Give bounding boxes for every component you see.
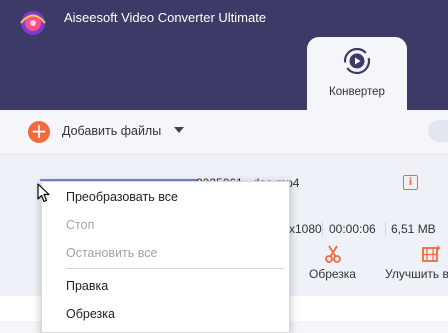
convert-icon: [343, 47, 371, 75]
menu-item-stop: Стоп: [66, 218, 95, 232]
scissors-icon[interactable]: [323, 244, 343, 264]
file-resolution: x1080: [289, 222, 322, 236]
app-logo-icon: [20, 11, 46, 35]
file-size: 6,51 MB: [391, 222, 436, 236]
enhance-label[interactable]: Улучшить в: [385, 267, 448, 281]
add-files-label[interactable]: Добавить файлы: [62, 124, 161, 138]
merge-toggle[interactable]: [428, 120, 448, 142]
menu-item-trim[interactable]: Обрезка: [66, 307, 115, 321]
meta-separator: [385, 222, 386, 236]
add-files-dropdown-arrow-icon[interactable]: [174, 127, 184, 133]
menu-item-stop-all: Остановить все: [66, 246, 158, 260]
menu-separator: [66, 268, 284, 269]
meta-separator: [322, 222, 323, 236]
menu-item-convert-all[interactable]: Преобразовать все: [66, 190, 178, 204]
trim-label[interactable]: Обрезка: [309, 267, 356, 281]
tab-converter-label: Конвертер: [329, 86, 385, 98]
file-duration: 00:00:06: [329, 222, 376, 236]
menu-item-edit[interactable]: Правка: [66, 279, 108, 293]
info-icon[interactable]: i: [403, 175, 418, 190]
tab-converter[interactable]: Конвертер: [307, 37, 407, 117]
context-menu: Преобразовать все Стоп Остановить все Пр…: [41, 181, 290, 333]
mouse-cursor-icon: [37, 183, 50, 203]
add-files-button[interactable]: +: [28, 121, 50, 143]
enhance-icon[interactable]: [421, 244, 441, 264]
app-title: Aiseesoft Video Converter Ultimate: [64, 10, 267, 25]
toolbar: + Добавить файлы: [0, 110, 448, 155]
